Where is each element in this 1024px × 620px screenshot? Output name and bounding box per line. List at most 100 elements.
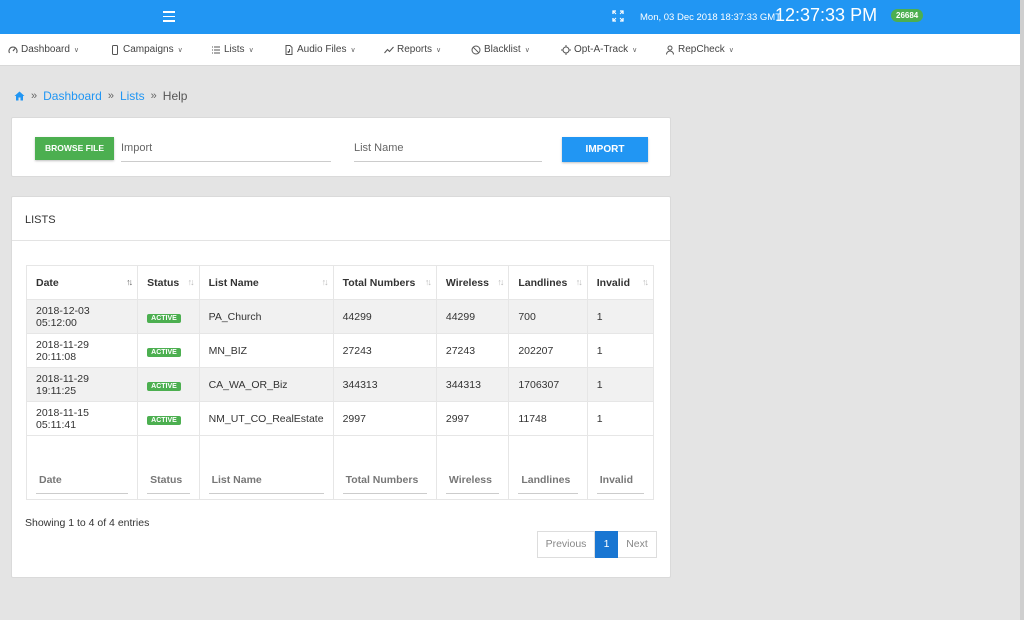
- column-header-wireless[interactable]: Wireless ↑↓: [435, 265, 510, 300]
- header-label: Landlines: [518, 276, 568, 289]
- credit-badge: 26684: [891, 9, 924, 22]
- nav-blacklist[interactable]: Blacklist ∨: [471, 44, 530, 55]
- column-header-list-name[interactable]: List Name ↑↓: [198, 265, 334, 300]
- cell-invalid: 1: [586, 299, 655, 334]
- nav-label: RepCheck: [678, 44, 725, 55]
- table-row[interactable]: 2018-11-29 19:11:25 ACTIVE CA_WA_OR_Biz …: [25, 367, 655, 402]
- nav-audio-files[interactable]: Audio Files ∨: [284, 44, 356, 55]
- status-badge: ACTIVE: [147, 313, 181, 323]
- breadcrumb-dashboard[interactable]: Dashboard: [43, 89, 102, 103]
- breadcrumb-separator: »: [150, 90, 157, 102]
- cell-wireless: 27243: [435, 333, 510, 368]
- chevron-down-icon: ∨: [350, 46, 356, 54]
- table-row[interactable]: 2018-12-03 05:12:00 ACTIVE PA_Church 442…: [25, 299, 655, 334]
- filter-cell: Landlines: [508, 435, 588, 500]
- nav-label: Audio Files: [297, 44, 347, 55]
- header-label: Status: [147, 276, 180, 289]
- chart-line-icon: [384, 46, 394, 53]
- filter-wireless-input[interactable]: Wireless: [445, 474, 500, 494]
- filter-row: Date Status List Name Total Numbers Wire…: [25, 435, 655, 500]
- page-1-button[interactable]: 1: [595, 531, 618, 558]
- header-label: Total Numbers: [342, 276, 416, 289]
- nav-repcheck[interactable]: RepCheck ∨: [665, 44, 734, 55]
- cell-total-numbers: 2997: [332, 401, 437, 436]
- cell-landlines: 202207: [508, 333, 588, 368]
- breadcrumb-separator: »: [107, 90, 114, 102]
- cell-date: 2018-11-29 20:11:08: [25, 333, 139, 368]
- import-card: BROWSE FILE Import List Name IMPORT: [11, 117, 671, 177]
- cell-invalid: 1: [586, 333, 655, 368]
- filter-date-input[interactable]: Date: [36, 474, 129, 494]
- column-header-status[interactable]: Status ↑↓: [137, 265, 200, 300]
- header-label: List Name: [208, 276, 259, 289]
- local-clock: 12:37:33 PM: [775, 5, 878, 25]
- header-label: Date: [36, 276, 59, 289]
- main-nav: Dashboard ∨ Campaigns ∨ Lists ∨ Audio Files…: [0, 34, 1020, 66]
- nav-dashboard[interactable]: Dashboard ∨: [8, 44, 79, 55]
- audio-file-icon: [285, 44, 293, 55]
- column-header-total-numbers[interactable]: Total Numbers ↑↓: [332, 265, 437, 300]
- filter-status-input[interactable]: Status: [147, 474, 190, 494]
- filter-invalid-input[interactable]: Invalid: [596, 474, 644, 494]
- header-label: Invalid: [596, 276, 631, 289]
- page-scrollbar[interactable]: [1020, 0, 1024, 620]
- table-row[interactable]: 2018-11-15 05:11:41 ACTIVE NM_UT_CO_Real…: [25, 401, 655, 436]
- chevron-down-icon: ∨: [632, 46, 638, 54]
- cell-total-numbers: 44299: [332, 299, 437, 334]
- filter-total-numbers-input[interactable]: Total Numbers: [342, 474, 427, 494]
- cell-landlines: 11748: [508, 401, 588, 436]
- filter-list-name-input[interactable]: List Name: [208, 474, 324, 494]
- chevron-down-icon: ∨: [524, 46, 530, 54]
- gauge-icon: [8, 46, 18, 53]
- menu-toggle-icon[interactable]: [163, 11, 175, 22]
- nav-campaigns[interactable]: Campaigns ∨: [110, 44, 183, 55]
- filter-cell: List Name: [198, 435, 334, 500]
- cell-date: 2018-12-03 05:12:00: [25, 299, 139, 334]
- lists-table: Date ↑↓ Status ↑↓ List Name ↑↓ Total Number…: [25, 265, 655, 500]
- cell-list-name: MN_BIZ: [198, 333, 334, 368]
- chevron-down-icon: ∨: [73, 46, 80, 54]
- top-bar: Mon, 03 Dec 2018 18:37:33 GMT 12:37:33 P…: [0, 0, 1020, 34]
- column-header-date[interactable]: Date ↑↓: [25, 265, 139, 300]
- import-button[interactable]: IMPORT: [562, 137, 648, 162]
- cell-date: 2018-11-29 19:11:25: [25, 367, 139, 402]
- breadcrumb-lists[interactable]: Lists: [120, 89, 145, 103]
- list-icon: [212, 46, 220, 53]
- nav-label: Opt-A-Track: [574, 44, 629, 55]
- browse-file-button[interactable]: BROWSE FILE: [35, 137, 114, 160]
- nav-lists[interactable]: Lists ∨: [211, 44, 254, 55]
- home-icon[interactable]: [14, 91, 25, 101]
- cell-landlines: 700: [508, 299, 588, 334]
- column-header-invalid[interactable]: Invalid ↑↓: [586, 265, 655, 300]
- ban-icon: [471, 45, 481, 54]
- breadcrumb: » Dashboard » Lists » Help: [14, 89, 187, 103]
- previous-page-button[interactable]: Previous: [537, 531, 595, 558]
- pagination: Previous 1 Next: [537, 531, 657, 558]
- cell-total-numbers: 27243: [332, 333, 437, 368]
- column-header-landlines[interactable]: Landlines ↑↓: [508, 265, 588, 300]
- sort-icon: ↑↓: [126, 277, 133, 287]
- cell-invalid: 1: [586, 401, 655, 436]
- card-title: LISTS: [25, 214, 56, 226]
- status-badge: ACTIVE: [147, 347, 181, 357]
- next-page-button[interactable]: Next: [618, 531, 657, 558]
- nav-label: Lists: [224, 44, 245, 55]
- filter-cell: Status: [137, 435, 200, 500]
- chevron-down-icon: ∨: [436, 46, 442, 54]
- status-badge: ACTIVE: [147, 381, 181, 391]
- user-check-icon: [666, 45, 674, 55]
- fullscreen-icon[interactable]: [612, 10, 624, 22]
- cell-status: ACTIVE: [137, 367, 200, 402]
- nav-label: Campaigns: [123, 44, 174, 55]
- cell-landlines: 1706307: [508, 367, 588, 402]
- cell-wireless: 44299: [435, 299, 510, 334]
- crosshair-icon: [561, 44, 571, 55]
- sort-icon: ↑↓: [642, 277, 649, 287]
- table-row[interactable]: 2018-11-29 20:11:08 ACTIVE MN_BIZ 27243 …: [25, 333, 655, 368]
- list-name-input[interactable]: List Name: [354, 138, 542, 162]
- nav-reports[interactable]: Reports ∨: [384, 44, 441, 55]
- filter-cell: Invalid: [586, 435, 655, 500]
- filter-landlines-input[interactable]: Landlines: [518, 474, 578, 494]
- nav-opt-a-track[interactable]: Opt-A-Track ∨: [561, 44, 637, 55]
- import-file-field[interactable]: Import: [121, 138, 331, 162]
